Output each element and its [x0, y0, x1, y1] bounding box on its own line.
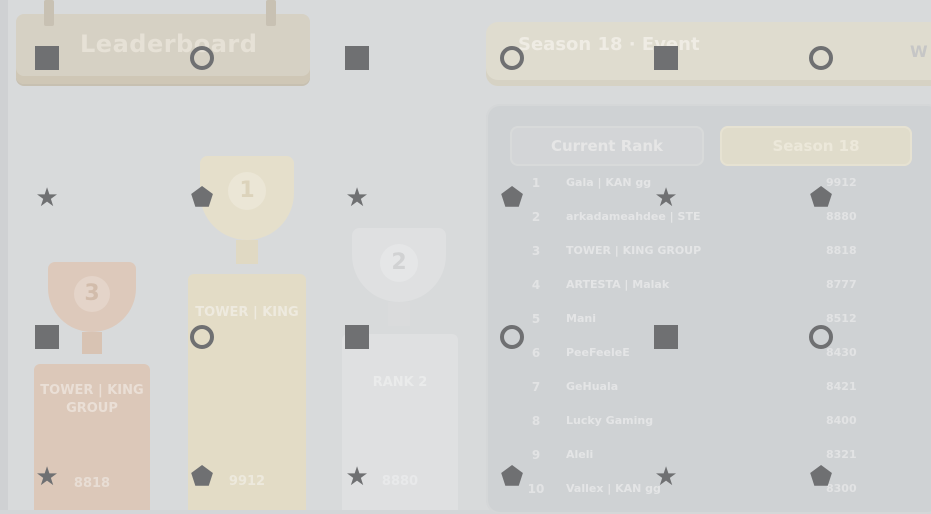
- ring-marker-icon: [190, 325, 214, 349]
- row-points: 8818: [826, 244, 857, 257]
- row-rank: 7: [531, 380, 541, 394]
- square-marker-icon: [654, 325, 678, 349]
- pentagon-marker-icon: ⬟: [500, 183, 524, 213]
- ranking-row[interactable]: 6 PeeFeeleE 8430: [508, 338, 918, 368]
- ring-marker-icon: [809, 46, 833, 70]
- trophy-first-icon: 1: [188, 156, 306, 272]
- star-marker-icon: ★: [345, 183, 369, 213]
- ring-marker-icon: [809, 325, 833, 349]
- row-rank: 4: [531, 278, 541, 292]
- row-player-name: Lucky Gaming: [566, 414, 654, 427]
- row-player-name: TOWER | KING GROUP: [566, 244, 702, 257]
- ranking-row[interactable]: 1 Gala | KAN gg 9912: [508, 168, 918, 198]
- plaque-pin-right: [266, 0, 276, 26]
- ranking-row[interactable]: 5 Mani 8512: [508, 304, 918, 334]
- podium-name: RANK 2: [372, 375, 428, 390]
- ranking-row[interactable]: 10 Vallex | KAN gg 8300: [508, 474, 918, 504]
- row-points: 8321: [826, 448, 857, 461]
- square-marker-icon: [35, 46, 59, 70]
- ranking-row[interactable]: 7 GeHuala 8421: [508, 372, 918, 402]
- row-player-name: GeHuala: [566, 380, 619, 393]
- square-marker-icon: [345, 46, 369, 70]
- place-badge: 1: [228, 172, 266, 210]
- row-player-name: arkadameahdee | STE: [566, 210, 701, 223]
- pentagon-marker-icon: ⬟: [500, 462, 524, 492]
- row-rank: 6: [531, 346, 541, 360]
- pentagon-marker-icon: ⬟: [190, 462, 214, 492]
- star-marker-icon: ★: [35, 462, 59, 492]
- ranking-row[interactable]: 4 ARTESTA | Malak 8777: [508, 270, 918, 300]
- page-title: Leaderboard: [80, 30, 258, 58]
- row-player-name: Aleli: [566, 448, 594, 461]
- pentagon-marker-icon: ⬟: [809, 183, 833, 213]
- ring-marker-icon: [500, 325, 524, 349]
- row-points: 8512: [826, 312, 857, 325]
- row-points: 8777: [826, 278, 857, 291]
- row-player-name: PeeFeeleE: [566, 346, 630, 359]
- ranking-row[interactable]: 2 arkadameahdee | STE 8880: [508, 202, 918, 232]
- row-points: 8430: [826, 346, 857, 359]
- podium-name: TOWER | KING: [195, 305, 299, 320]
- row-player-name: Mani: [566, 312, 596, 325]
- ranking-row[interactable]: 8 Lucky Gaming 8400: [508, 406, 918, 436]
- pentagon-marker-icon: ⬟: [809, 462, 833, 492]
- row-rank: 3: [531, 244, 541, 258]
- pentagon-marker-icon: ⬟: [190, 183, 214, 213]
- square-marker-icon: [654, 46, 678, 70]
- ranking-row[interactable]: 3 TOWER | KING GROUP 8818: [508, 236, 918, 266]
- podium-name: TOWER | KING GROUP: [40, 383, 144, 416]
- row-rank: 8: [531, 414, 541, 428]
- row-points: 8421: [826, 380, 857, 393]
- podium: 3 TOWER | KING GROUP 8818 1 TOWER | KING…: [12, 98, 482, 510]
- row-player-name: Gala | KAN gg: [566, 176, 652, 189]
- row-player-name: ARTESTA | Malak: [566, 278, 670, 291]
- row-player-name: Vallex | KAN gg: [566, 482, 661, 495]
- place-badge: 3: [74, 276, 110, 312]
- star-marker-icon: ★: [654, 462, 678, 492]
- row-points: 8400: [826, 414, 857, 427]
- star-marker-icon: ★: [35, 183, 59, 213]
- place-badge: 2: [380, 244, 418, 282]
- row-rank: 9: [531, 448, 541, 462]
- tab-current-rank[interactable]: Current Rank: [510, 126, 704, 166]
- star-marker-icon: ★: [345, 462, 369, 492]
- row-rank: 5: [531, 312, 541, 326]
- trophy-second-icon: 2: [340, 228, 458, 334]
- ring-marker-icon: [500, 46, 524, 70]
- corner-mark: W: [910, 42, 928, 61]
- ring-marker-icon: [190, 46, 214, 70]
- star-marker-icon: ★: [654, 183, 678, 213]
- square-marker-icon: [35, 325, 59, 349]
- ranking-row[interactable]: 9 Aleli 8321: [508, 440, 918, 470]
- tab-season[interactable]: Season 18: [720, 126, 912, 166]
- square-marker-icon: [345, 325, 369, 349]
- plaque-pin-left: [44, 0, 54, 26]
